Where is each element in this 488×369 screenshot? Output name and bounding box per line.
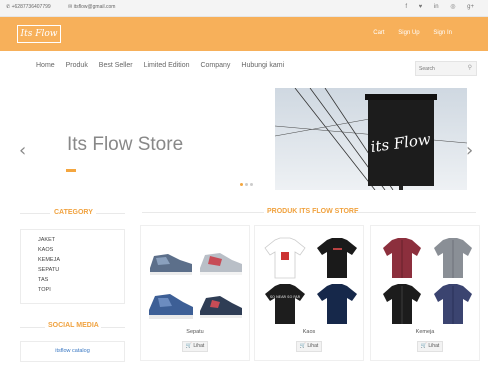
shirt-image [383,238,421,278]
linkedin-icon[interactable]: in [434,4,439,10]
facebook-icon[interactable]: f [405,4,407,10]
sneaker-image [149,294,193,319]
product-thumb[interactable] [312,282,362,326]
social-links: f ♥ in ◎ g+ [395,3,474,10]
product-thumb[interactable] [377,236,427,280]
shirt-image [434,284,472,324]
nav-limited-edition[interactable]: Limited Edition [144,62,190,69]
slide-accent-bar [66,169,76,172]
hero-slider: ‹ Its Flow Store its Flow › [0,86,488,192]
sneaker-image [200,253,242,275]
slide-photo: its Flow [275,88,467,190]
category-kemeja[interactable]: KEMEJA [38,257,60,263]
slide-title: Its Flow Store [67,134,184,155]
divider [20,327,45,328]
product-thumb[interactable] [146,282,196,326]
sneaker-image [200,296,242,318]
product-thumb[interactable] [428,236,478,280]
category-list: JAKET KAOS KEMEJA SEPATU TAS TOPI [20,229,125,304]
category-title: CATEGORY [54,209,93,216]
product-card-kaos[interactable]: SO NEAR SO FAR Kaos 🛒 Lihat [254,225,364,361]
tshirt-image: SO NEAR SO FAR [265,284,305,324]
slider-dots [240,173,255,191]
social-media-title: SOCIAL MEDIA [48,322,99,329]
category-tas[interactable]: TAS [38,277,48,283]
social-catalog-link[interactable]: itsflow catalog [20,341,125,362]
product-thumb[interactable] [146,238,196,282]
product-thumb[interactable] [377,282,427,326]
search-box: ⚲ [415,61,477,76]
storefront-sign-image: its Flow [275,88,467,190]
divider [142,212,264,213]
category-topi[interactable]: TOPI [38,287,51,293]
twitter-icon[interactable]: ♥ [419,4,423,10]
divider [96,213,125,214]
email-address: itsflow@gmail.com [73,4,116,10]
brand-bar: Its Flow Cart Sign Up Sign In [0,17,488,51]
nav-home[interactable]: Home [36,62,55,69]
shirt-image [383,284,421,324]
nav-hubungi-kami[interactable]: Hubungi kami [241,62,284,69]
lihat-label: Lihat [428,343,440,349]
cart-icon: 🛒 [299,343,306,349]
site-logo[interactable]: Its Flow [17,25,61,43]
google-plus-icon[interactable]: g+ [467,4,474,10]
top-bar: ✆ +6287736407799 ✉ itsflow@gmail.com f ♥… [0,0,488,17]
product-thumb[interactable] [312,236,362,280]
product-thumb[interactable] [196,282,246,326]
contact-info: ✆ +6287736407799 ✉ itsflow@gmail.com [6,4,131,10]
lihat-button[interactable]: 🛒 Lihat [182,341,208,352]
email-contact[interactable]: ✉ itsflow@gmail.com [68,4,123,10]
nav-company[interactable]: Company [200,62,230,69]
slider-next-arrow[interactable]: › [466,142,473,160]
search-input[interactable] [419,64,463,74]
lihat-button[interactable]: 🛒 Lihat [417,341,443,352]
tshirt-print: SO NEAR SO FAR [270,295,301,299]
nav-best-seller[interactable]: Best Seller [99,62,133,69]
tshirt-image [317,284,357,324]
divider [101,327,125,328]
product-name: Kaos [302,329,316,335]
cart-link[interactable]: Cart [373,30,384,36]
product-card-sepatu[interactable]: Sepatu 🛒 Lihat [140,225,250,361]
product-thumb[interactable] [428,282,478,326]
divider [356,212,476,213]
tshirt-image [317,238,357,278]
product-name: Sepatu [186,329,204,335]
lihat-label: Lihat [307,343,319,349]
products-title: PRODUK ITS FLOW STORE [267,208,359,215]
product-card-kemeja[interactable]: Kemeja 🛒 Lihat [370,225,480,361]
product-thumb[interactable]: SO NEAR SO FAR [260,282,310,326]
slider-dot[interactable] [250,183,253,186]
sign-in-link[interactable]: Sign In [433,30,452,36]
cart-icon: 🛒 [185,343,192,349]
tshirt-image [264,237,306,279]
search-icon[interactable]: ⚲ [468,64,472,71]
sign-up-link[interactable]: Sign Up [398,30,419,36]
slider-prev-arrow[interactable]: ‹ [19,142,26,160]
phone-number: +6287736407799 [11,4,51,10]
lihat-label: Lihat [193,343,205,349]
sneaker-image [150,254,192,275]
category-sepatu[interactable]: SEPATU [38,267,59,273]
category-kaos[interactable]: KAOS [38,247,53,253]
product-thumb[interactable] [196,238,246,282]
cart-icon: 🛒 [420,343,427,349]
nav-produk[interactable]: Produk [66,62,88,69]
product-thumb[interactable] [260,236,310,280]
slider-dot[interactable] [240,183,243,186]
account-nav: Cart Sign Up Sign In [361,30,452,36]
phone-contact[interactable]: ✆ +6287736407799 [6,4,59,10]
lihat-button[interactable]: 🛒 Lihat [296,341,322,352]
category-jaket[interactable]: JAKET [38,237,55,243]
instagram-icon[interactable]: ◎ [450,4,455,10]
product-name: Kemeja [415,329,435,335]
divider [20,213,50,214]
shirt-image [434,238,472,278]
main-menu: Home Produk Best Seller Limited Edition … [36,62,293,69]
slider-dot[interactable] [245,183,248,186]
